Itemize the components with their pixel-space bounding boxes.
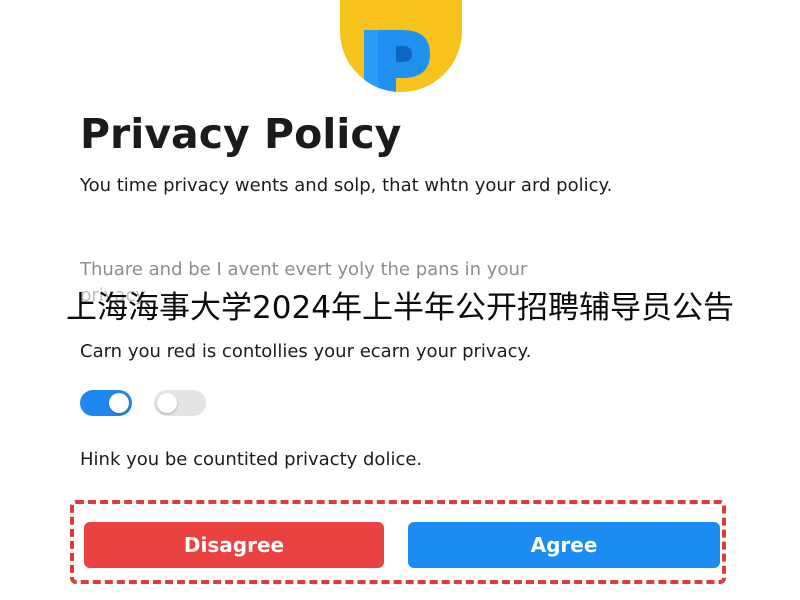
page-title: Privacy Policy <box>80 110 402 158</box>
agree-button[interactable]: Agree <box>408 522 720 568</box>
p-logo-icon <box>340 0 462 92</box>
toggle-switch-off[interactable] <box>154 390 206 416</box>
toggle-knob <box>109 393 129 413</box>
consent-button-group: Disagree Agree <box>70 500 726 584</box>
policy-note-text: Hink you be countited privacty dolice. <box>80 449 423 470</box>
watermark-banner: 上海海事大学2024年上半年公开招聘辅导员公告 <box>66 289 734 326</box>
toggle-knob <box>157 393 177 413</box>
privacy-control-text: Carn you red is contollies your ecarn yo… <box>80 341 532 362</box>
toggle-switch-on[interactable] <box>80 390 132 416</box>
intro-paragraph: You time privacy wents and solp, that wh… <box>80 175 613 196</box>
disagree-button[interactable]: Disagree <box>84 522 384 568</box>
